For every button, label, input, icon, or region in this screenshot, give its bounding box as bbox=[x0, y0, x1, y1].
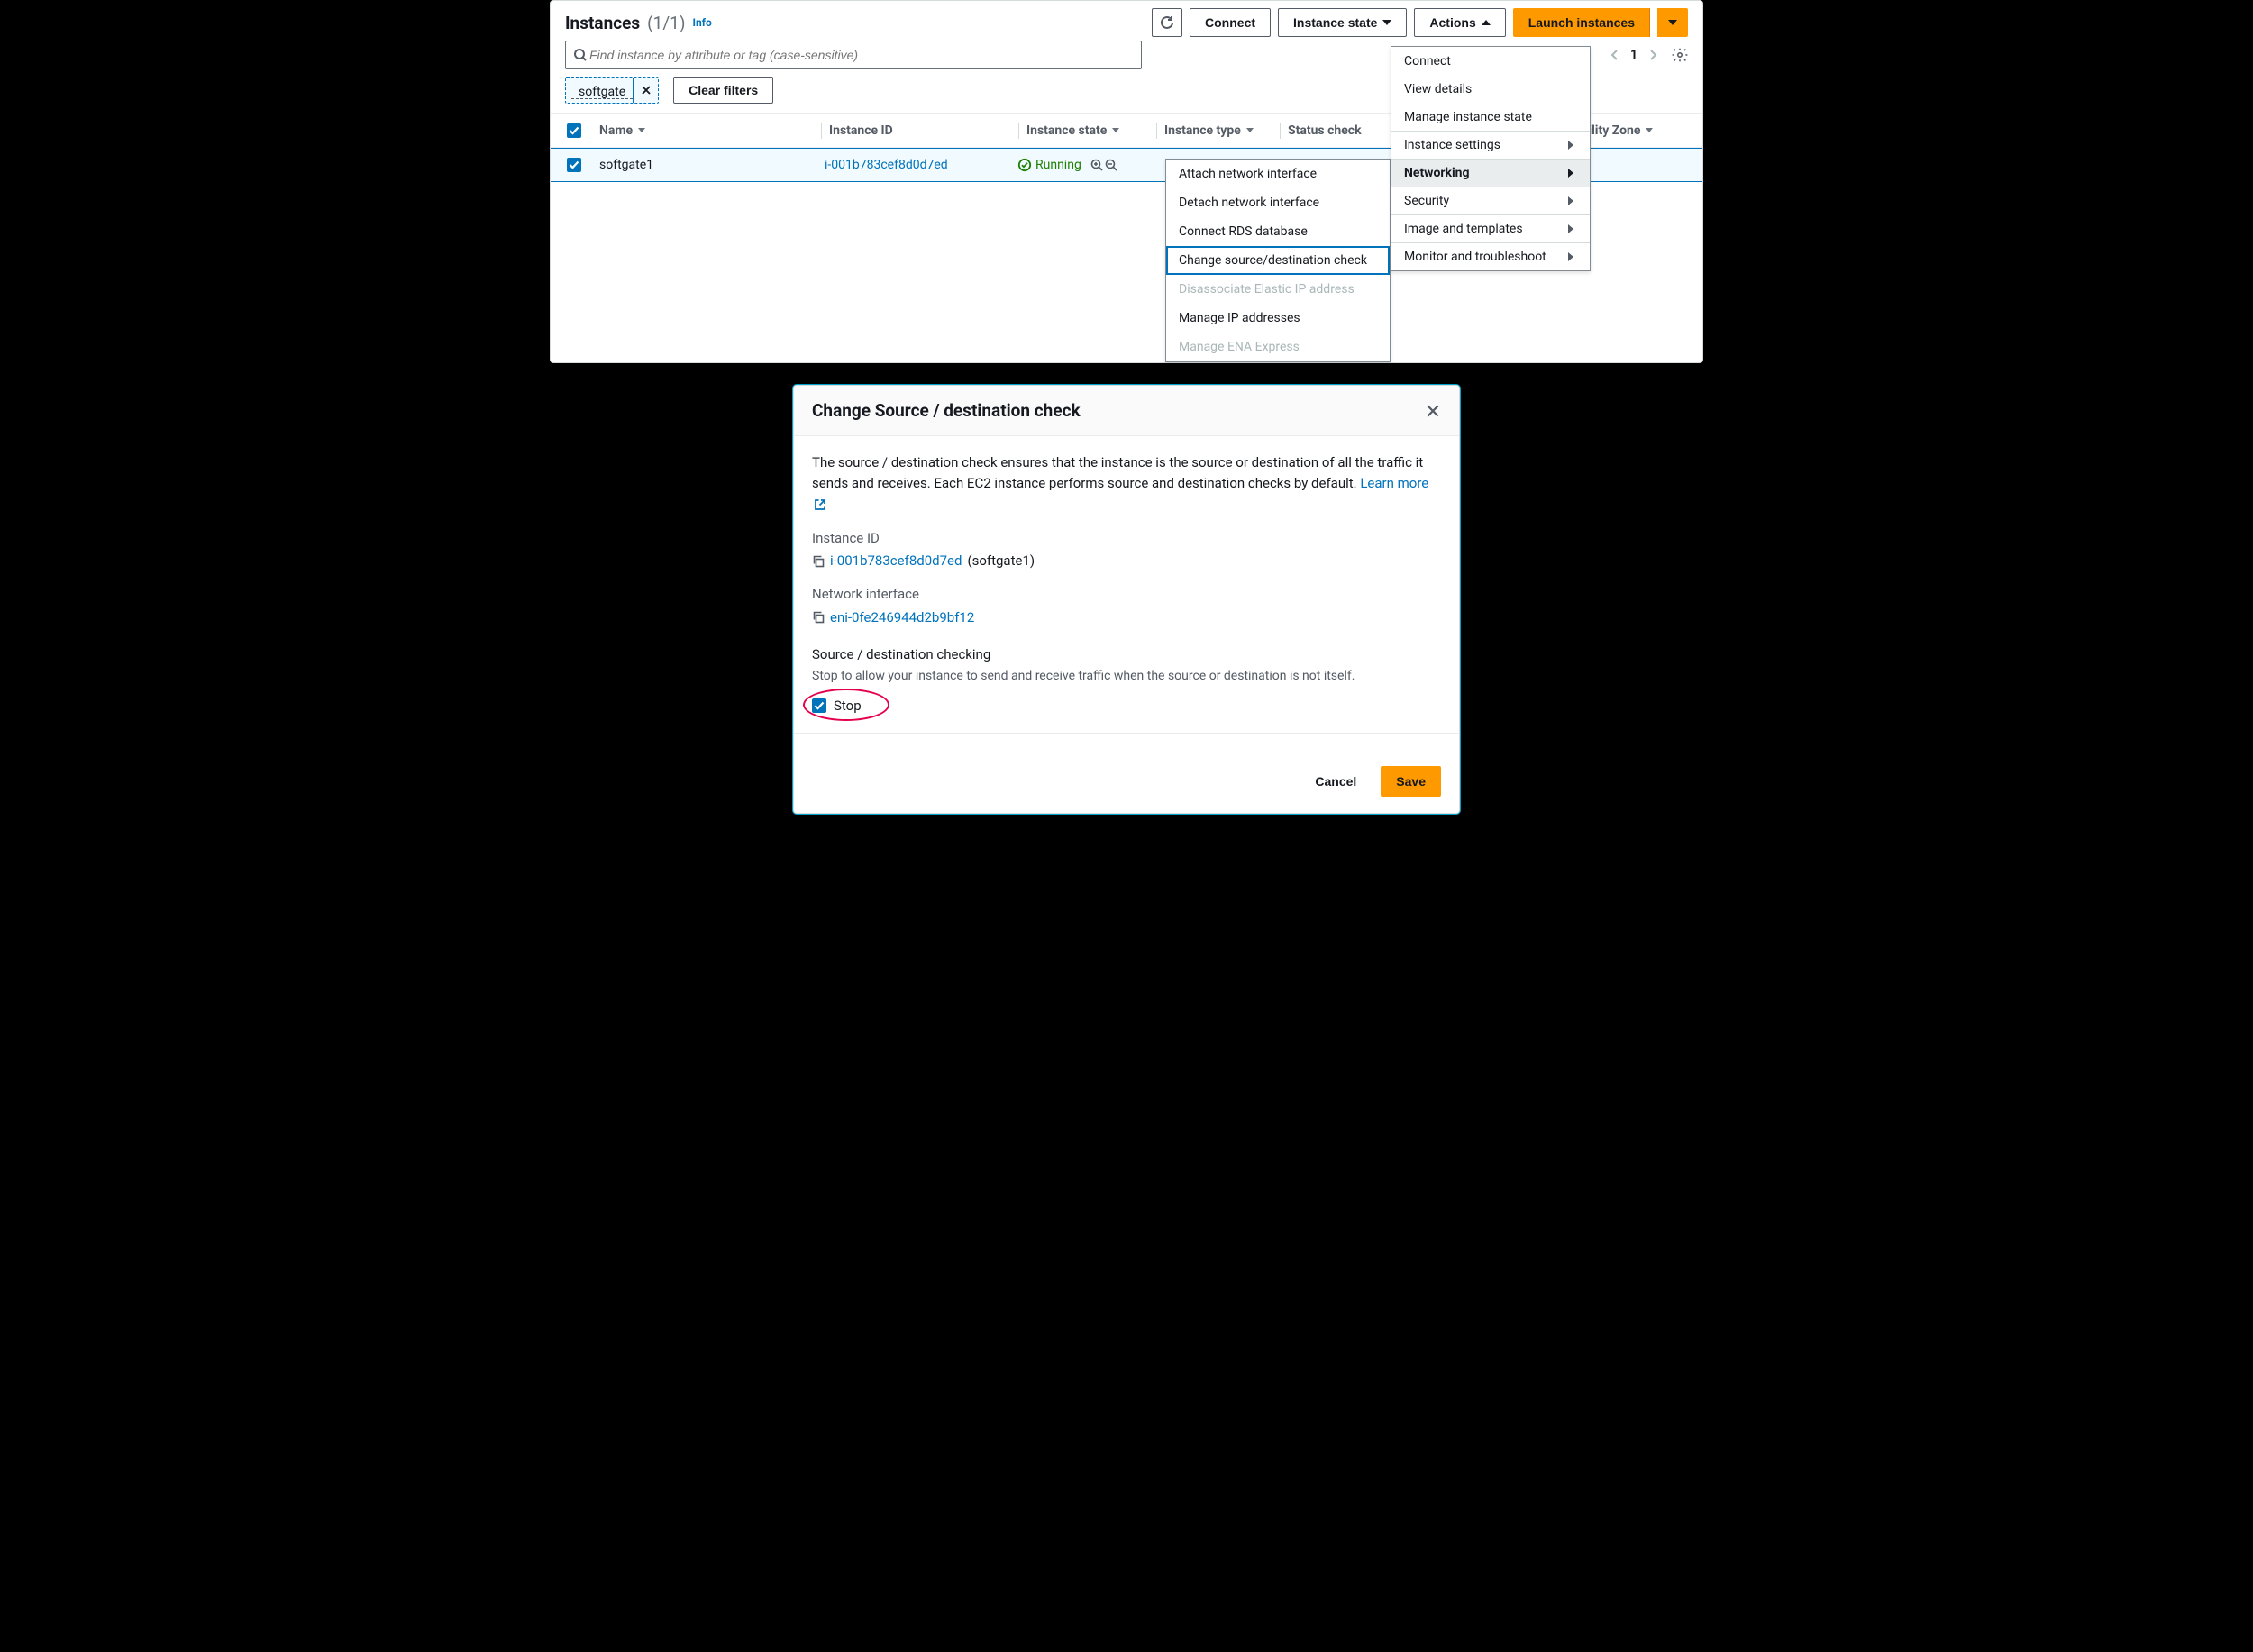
caret-up-icon bbox=[1482, 20, 1491, 25]
row-checkbox[interactable] bbox=[567, 158, 581, 172]
sort-icon bbox=[1646, 128, 1653, 132]
row-instance-id-link[interactable]: i-001b783cef8d0d7ed bbox=[825, 158, 948, 172]
actions-menu-image-templates[interactable]: Image and templates bbox=[1391, 214, 1590, 242]
actions-menu-security[interactable]: Security bbox=[1391, 187, 1590, 214]
modal-container: Change Source / destination check The so… bbox=[550, 385, 1703, 814]
search-input[interactable] bbox=[588, 47, 1134, 63]
stop-checkbox-row: Stop bbox=[812, 696, 1441, 716]
actions-menu-instance-settings[interactable]: Instance settings bbox=[1391, 131, 1590, 159]
instance-state-button[interactable]: Instance state bbox=[1278, 8, 1407, 37]
actions-menu-manage-state[interactable]: Manage instance state bbox=[1391, 103, 1590, 131]
pager-next[interactable] bbox=[1645, 47, 1661, 63]
copy-eni-button[interactable] bbox=[812, 611, 825, 624]
chevron-right-icon bbox=[1568, 224, 1573, 233]
actions-menu-connect[interactable]: Connect bbox=[1391, 47, 1590, 75]
checkbox-checked-icon bbox=[567, 123, 581, 138]
running-badge: Running bbox=[1017, 158, 1081, 172]
pager-prev[interactable] bbox=[1607, 47, 1623, 63]
col-name[interactable]: Name bbox=[594, 123, 819, 138]
sort-icon bbox=[638, 128, 645, 132]
status-ok-icon bbox=[1017, 158, 1032, 172]
select-all-cell[interactable] bbox=[561, 123, 594, 138]
pager: 1 bbox=[1607, 47, 1688, 63]
connect-button[interactable]: Connect bbox=[1190, 8, 1271, 37]
external-link-icon bbox=[814, 498, 826, 511]
cancel-button[interactable]: Cancel bbox=[1300, 766, 1372, 797]
col-status-check[interactable]: Status check bbox=[1282, 123, 1367, 138]
actions-menu-monitor[interactable]: Monitor and troubleshoot bbox=[1391, 242, 1590, 270]
settings-gear-icon[interactable] bbox=[1672, 47, 1688, 63]
instance-id-label: Instance ID bbox=[812, 528, 1441, 549]
instance-name-suffix: (softgate1) bbox=[967, 551, 1035, 571]
eni-label: Network interface bbox=[812, 584, 1441, 605]
launch-instances-button[interactable]: Launch instances bbox=[1513, 8, 1650, 37]
state-filter-icons[interactable] bbox=[1090, 159, 1117, 171]
submenu-manage-ena: Manage ENA Express bbox=[1166, 333, 1390, 361]
zoom-in-icon bbox=[1090, 159, 1103, 171]
chevron-right-icon bbox=[1568, 169, 1573, 178]
search-icon bbox=[573, 48, 588, 62]
filter-token[interactable]: softgate bbox=[565, 77, 659, 104]
clear-filters-button[interactable]: Clear filters bbox=[673, 77, 773, 104]
refresh-button[interactable] bbox=[1152, 8, 1182, 37]
info-link[interactable]: Info bbox=[692, 16, 711, 29]
checking-label: Source / destination checking bbox=[812, 644, 1441, 665]
submenu-detach-eni[interactable]: Detach network interface bbox=[1166, 188, 1390, 217]
source-dest-check-modal: Change Source / destination check The so… bbox=[793, 385, 1460, 814]
col-instance-id[interactable]: Instance ID bbox=[824, 123, 1017, 138]
chevron-right-icon bbox=[1568, 196, 1573, 205]
filter-token-label: softgate bbox=[571, 81, 633, 99]
actions-menu-view-details[interactable]: View details bbox=[1391, 75, 1590, 103]
copy-instance-id-button[interactable] bbox=[812, 555, 825, 568]
pager-page: 1 bbox=[1630, 48, 1637, 62]
modal-header: Change Source / destination check bbox=[794, 386, 1459, 436]
close-icon bbox=[1425, 403, 1441, 419]
filter-token-remove[interactable] bbox=[633, 78, 658, 103]
modal-close-button[interactable] bbox=[1425, 403, 1441, 419]
actions-menu-networking[interactable]: Networking bbox=[1391, 159, 1590, 187]
search-box[interactable] bbox=[565, 41, 1142, 69]
eni-link[interactable]: eni-0fe246944d2b9bf12 bbox=[830, 607, 974, 628]
submenu-attach-eni[interactable]: Attach network interface bbox=[1166, 160, 1390, 188]
refresh-icon bbox=[1160, 15, 1174, 30]
caret-down-icon bbox=[1668, 20, 1677, 25]
row-name: softgate1 bbox=[599, 158, 653, 172]
actions-button[interactable]: Actions bbox=[1414, 8, 1505, 37]
copy-icon bbox=[812, 555, 825, 568]
submenu-connect-rds[interactable]: Connect RDS database bbox=[1166, 217, 1390, 246]
launch-instances-dropdown-button[interactable] bbox=[1657, 8, 1688, 37]
actions-dropdown: Connect View details Manage instance sta… bbox=[1391, 46, 1591, 271]
modal-title: Change Source / destination check bbox=[812, 400, 1425, 421]
save-button[interactable]: Save bbox=[1381, 766, 1441, 797]
chevron-right-icon bbox=[1568, 141, 1573, 150]
modal-body: The source / destination check ensures t… bbox=[794, 436, 1459, 753]
submenu-disassociate-eip: Disassociate Elastic IP address bbox=[1166, 275, 1390, 304]
panel-header: Instances (1/1) Info Connect Instance st… bbox=[551, 1, 1702, 41]
modal-footer: Cancel Save bbox=[794, 753, 1459, 813]
chevron-right-icon bbox=[1568, 252, 1573, 261]
copy-icon bbox=[812, 611, 825, 624]
annotation-ellipse bbox=[803, 689, 889, 721]
submenu-change-src-dst[interactable]: Change source/destination check bbox=[1166, 246, 1390, 275]
instances-panel: Instances (1/1) Info Connect Instance st… bbox=[550, 0, 1703, 363]
col-instance-state[interactable]: Instance state bbox=[1021, 123, 1154, 138]
zoom-out-icon bbox=[1105, 159, 1117, 171]
submenu-manage-ip[interactable]: Manage IP addresses bbox=[1166, 304, 1390, 333]
networking-submenu: Attach network interface Detach network … bbox=[1165, 159, 1391, 362]
panel-title: Instances bbox=[565, 13, 640, 33]
col-instance-type[interactable]: Instance type bbox=[1159, 123, 1278, 138]
checking-help-text: Stop to allow your instance to send and … bbox=[812, 667, 1441, 687]
sort-icon bbox=[1112, 128, 1119, 132]
caret-down-icon bbox=[1382, 20, 1391, 25]
instance-id-link[interactable]: i-001b783cef8d0d7ed bbox=[830, 551, 962, 571]
sort-icon bbox=[1246, 128, 1254, 132]
modal-description: The source / destination check ensures t… bbox=[812, 452, 1441, 516]
instance-count: (1/1) bbox=[647, 13, 685, 33]
